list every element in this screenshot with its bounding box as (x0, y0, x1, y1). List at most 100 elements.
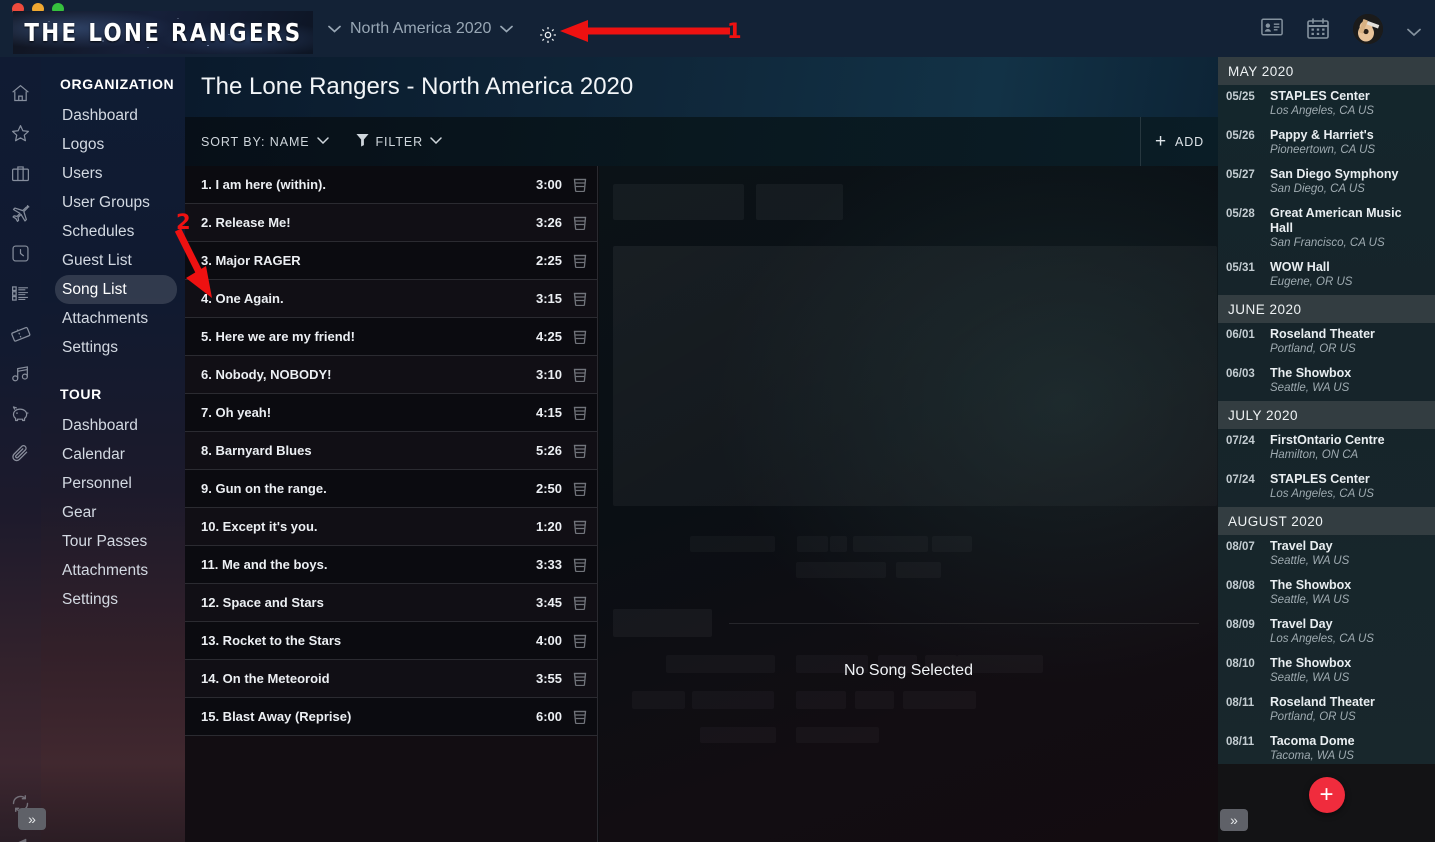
event-body: STAPLES Center Los Angeles, CA US (1270, 89, 1427, 119)
sidebar-item-attachments-tour[interactable]: Attachments (41, 556, 185, 585)
song-row[interactable]: 10. Except it's you. 1:20 (185, 508, 597, 546)
trash-icon[interactable] (573, 481, 587, 497)
sidebar-item-calendar[interactable]: Calendar (41, 440, 185, 469)
event-row[interactable]: 08/08 The Showbox Seattle, WA US (1218, 574, 1435, 613)
event-row[interactable]: 05/31 WOW Hall Eugene, OR US (1218, 256, 1435, 295)
song-row[interactable]: 1. I am here (within). 3:00 (185, 166, 597, 204)
sidebar-item-logos[interactable]: Logos (41, 130, 185, 159)
music-note-icon[interactable] (10, 363, 31, 384)
event-body: Pappy & Harriet's Pioneertown, CA US (1270, 128, 1427, 158)
filter-dropdown[interactable]: FILTER (355, 133, 443, 150)
trash-icon[interactable] (573, 367, 587, 383)
collapse-sidebar-button[interactable]: » (18, 808, 46, 830)
trash-icon[interactable] (573, 253, 587, 269)
song-row[interactable]: 9. Gun on the range. 2:50 (185, 470, 597, 508)
event-venue: Roseland Theater (1270, 695, 1375, 709)
events-list[interactable]: MAY 2020 05/25 STAPLES Center Los Angeles, … (1218, 57, 1435, 764)
song-row[interactable]: 3. Major RAGER 2:25 (185, 242, 597, 280)
ticket-icon[interactable] (10, 323, 31, 344)
sidebar-item-dashboard-org[interactable]: Dashboard (41, 101, 185, 130)
song-row[interactable]: 12. Space and Stars 3:45 (185, 584, 597, 622)
icon-rail: » (0, 57, 46, 842)
event-row[interactable]: 08/11 Roseland Theater Portland, OR US (1218, 691, 1435, 730)
sidebar-item-attachments-org[interactable]: Attachments (41, 304, 185, 333)
trash-icon[interactable] (573, 709, 587, 725)
song-row[interactable]: 8. Barnyard Blues 5:26 (185, 432, 597, 470)
song-row[interactable]: 7. Oh yeah! 4:15 (185, 394, 597, 432)
event-row[interactable]: 06/01 Roseland Theater Portland, OR US (1218, 323, 1435, 362)
clock-icon[interactable] (10, 243, 31, 264)
song-duration: 5:26 (535, 443, 562, 458)
event-row[interactable]: 05/25 STAPLES Center Los Angeles, CA US (1218, 85, 1435, 124)
song-row[interactable]: 13. Rocket to the Stars 4:00 (185, 622, 597, 660)
trash-icon[interactable] (573, 177, 587, 193)
song-row[interactable]: 14. On the Meteoroid 3:55 (185, 660, 597, 698)
song-row[interactable]: 11. Me and the boys. 3:33 (185, 546, 597, 584)
gear-icon[interactable] (538, 25, 558, 45)
trash-icon[interactable] (573, 443, 587, 459)
sidebar-item-settings-tour[interactable]: Settings (41, 585, 185, 614)
song-name: 1. I am here (within). (201, 177, 326, 192)
trash-icon[interactable] (573, 215, 587, 231)
event-date: 08/11 (1226, 736, 1255, 748)
event-row[interactable]: 05/28 Great American Music Hall San Franci… (1218, 202, 1435, 256)
sidebar-item-song-list[interactable]: Song List (55, 275, 177, 304)
sort-by-dropdown[interactable]: SORT BY: NAME (201, 135, 329, 149)
song-name: 7. Oh yeah! (201, 405, 272, 420)
sidebar-item-personnel[interactable]: Personnel (41, 469, 185, 498)
megaphone-icon[interactable] (10, 835, 31, 842)
trash-icon[interactable] (573, 595, 587, 611)
event-row[interactable]: 05/27 San Diego Symphony San Diego, CA US (1218, 163, 1435, 202)
star-icon[interactable] (10, 123, 31, 144)
song-row[interactable]: 5. Here we are my friend! 4:25 (185, 318, 597, 356)
skeleton-block (796, 727, 879, 743)
song-duration: 3:00 (535, 177, 562, 192)
piggy-bank-icon[interactable] (10, 403, 31, 424)
song-row[interactable]: 6. Nobody, NOBODY! 3:10 (185, 356, 597, 394)
skeleton-divider (729, 623, 1199, 624)
trash-icon[interactable] (573, 557, 587, 573)
sidebar-item-schedules[interactable]: Schedules (41, 217, 185, 246)
event-row[interactable]: 08/07 Travel Day Seattle, WA US (1218, 535, 1435, 574)
song-row[interactable]: 15. Blast Away (Reprise) 6:00 (185, 698, 597, 736)
contact-card-icon[interactable] (1261, 17, 1283, 40)
event-date: 06/03 (1226, 368, 1255, 380)
event-row[interactable]: 07/24 STAPLES Center Los Angeles, CA US (1218, 468, 1435, 507)
sidebar-item-gear[interactable]: Gear (41, 498, 185, 527)
airplane-icon[interactable] (10, 203, 31, 224)
calendar-icon[interactable] (1307, 17, 1329, 40)
sidebar-item-settings-org[interactable]: Settings (41, 333, 185, 362)
avatar[interactable] (1353, 13, 1383, 44)
event-row[interactable]: 05/26 Pappy & Harriet's Pioneertown, CA US (1218, 124, 1435, 163)
sidebar-item-guest-list[interactable]: Guest List (41, 246, 185, 275)
home-icon[interactable] (10, 83, 31, 104)
event-row[interactable]: 08/09 Travel Day Los Angeles, CA US (1218, 613, 1435, 652)
sidebar-item-user-groups[interactable]: User Groups (41, 188, 185, 217)
collapse-events-panel-button[interactable]: » (1220, 809, 1248, 831)
song-row[interactable]: 4. One Again. 3:15 (185, 280, 597, 318)
list-icon[interactable] (10, 283, 31, 304)
event-row[interactable]: 06/03 The Showbox Seattle, WA US (1218, 362, 1435, 401)
trash-icon[interactable] (573, 405, 587, 421)
trash-icon[interactable] (573, 329, 587, 345)
add-event-button[interactable]: + (1308, 777, 1345, 813)
tour-selector[interactable]: North America 2020 (328, 20, 514, 38)
event-row[interactable]: 07/24 FirstOntario Centre Hamilton, ON CA (1218, 429, 1435, 468)
events-panel: MAY 2020 05/25 STAPLES Center Los Angeles, … (1218, 57, 1435, 842)
sidebar-item-users[interactable]: Users (41, 159, 185, 188)
sidebar-item-tour-passes[interactable]: Tour Passes (41, 527, 185, 556)
sidebar-item-dashboard-tour[interactable]: Dashboard (41, 411, 185, 440)
briefcase-icon[interactable] (10, 163, 31, 184)
chevron-down-icon-profile[interactable] (1407, 24, 1421, 37)
event-date: 05/27 (1226, 169, 1255, 181)
event-row[interactable]: 08/11 Tacoma Dome Tacoma, WA US (1218, 730, 1435, 764)
add-song-button[interactable]: + ADD (1140, 117, 1218, 166)
trash-icon[interactable] (573, 671, 587, 687)
brand-logo[interactable]: THE LONE RANGERS (13, 11, 313, 54)
song-row[interactable]: 2. Release Me! 3:26 (185, 204, 597, 242)
trash-icon[interactable] (573, 291, 587, 307)
trash-icon[interactable] (573, 519, 587, 535)
paperclip-icon[interactable] (10, 443, 31, 464)
event-row[interactable]: 08/10 The Showbox Seattle, WA US (1218, 652, 1435, 691)
trash-icon[interactable] (573, 633, 587, 649)
